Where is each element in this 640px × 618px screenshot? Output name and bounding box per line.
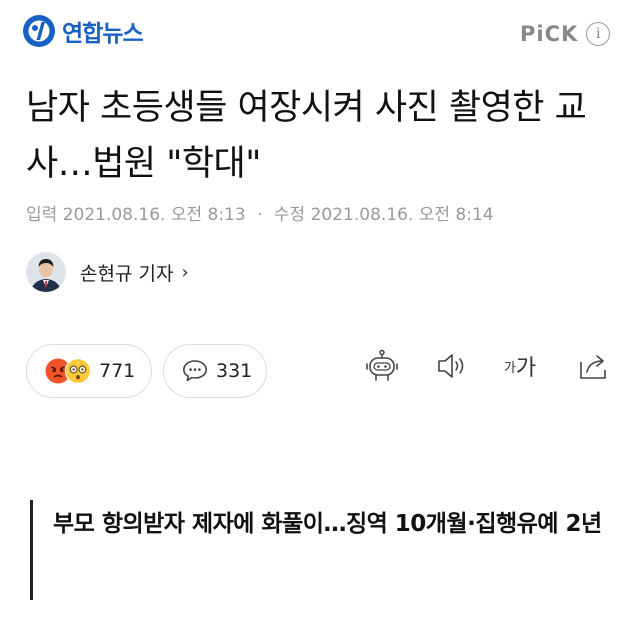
chevron-right-icon: › bbox=[181, 261, 189, 283]
surprised-face-icon bbox=[65, 358, 91, 384]
reaction-button[interactable]: 771 bbox=[26, 344, 152, 398]
reporter-name: 손현규 기자 bbox=[80, 262, 174, 285]
share-icon bbox=[580, 355, 606, 379]
article-subtitle: 부모 항의받자 제자에 화풀이…징역 10개월·집행유예 2년 bbox=[30, 500, 614, 600]
modified-label: 수정 bbox=[273, 205, 306, 225]
header: 연합뉴스 PiCK i bbox=[0, 0, 640, 72]
pick-badge[interactable]: PiCK i bbox=[520, 22, 611, 46]
info-icon[interactable]: i bbox=[586, 22, 611, 46]
input-date: 2021.08.16. 오전 8:13 bbox=[62, 205, 246, 225]
reaction-count: 771 bbox=[99, 360, 136, 382]
logo-text: 연합뉴스 bbox=[62, 21, 144, 47]
speaker-icon bbox=[438, 354, 464, 378]
input-label: 입력 bbox=[26, 205, 58, 225]
yonhap-logo[interactable]: 연합뉴스 bbox=[22, 14, 144, 48]
audio-button[interactable] bbox=[432, 346, 472, 386]
reporter-avatar bbox=[26, 252, 66, 292]
share-button[interactable] bbox=[574, 346, 614, 386]
comment-button[interactable]: 331 bbox=[163, 344, 267, 398]
pick-label: PiCK bbox=[520, 22, 579, 46]
reporter-link[interactable]: 손현규 기자 › bbox=[26, 252, 189, 292]
font-size-button[interactable]: 가가 bbox=[500, 346, 540, 386]
subtitle-text: 부모 항의받자 제자에 화풀이…징역 10개월·집행유예 2년 bbox=[53, 511, 602, 537]
font-size-small-label: 가 bbox=[503, 360, 516, 376]
modified-date: 2021.08.16. 오전 8:14 bbox=[310, 205, 494, 225]
article-dates: 입력 2021.08.16. 오전 8:13 · 수정 2021.08.16. … bbox=[26, 200, 494, 225]
yonhap-logo-icon bbox=[23, 15, 55, 47]
date-separator: · bbox=[257, 205, 263, 225]
comment-count: 331 bbox=[216, 360, 253, 382]
font-size-large-label: 가 bbox=[515, 356, 537, 381]
robot-icon bbox=[366, 349, 398, 381]
article-title: 남자 초등생들 여장시켜 사진 촬영한 교사…법원 "학대" bbox=[26, 88, 587, 184]
speech-bubble-icon bbox=[183, 360, 207, 382]
summary-bot-button[interactable] bbox=[362, 346, 402, 386]
